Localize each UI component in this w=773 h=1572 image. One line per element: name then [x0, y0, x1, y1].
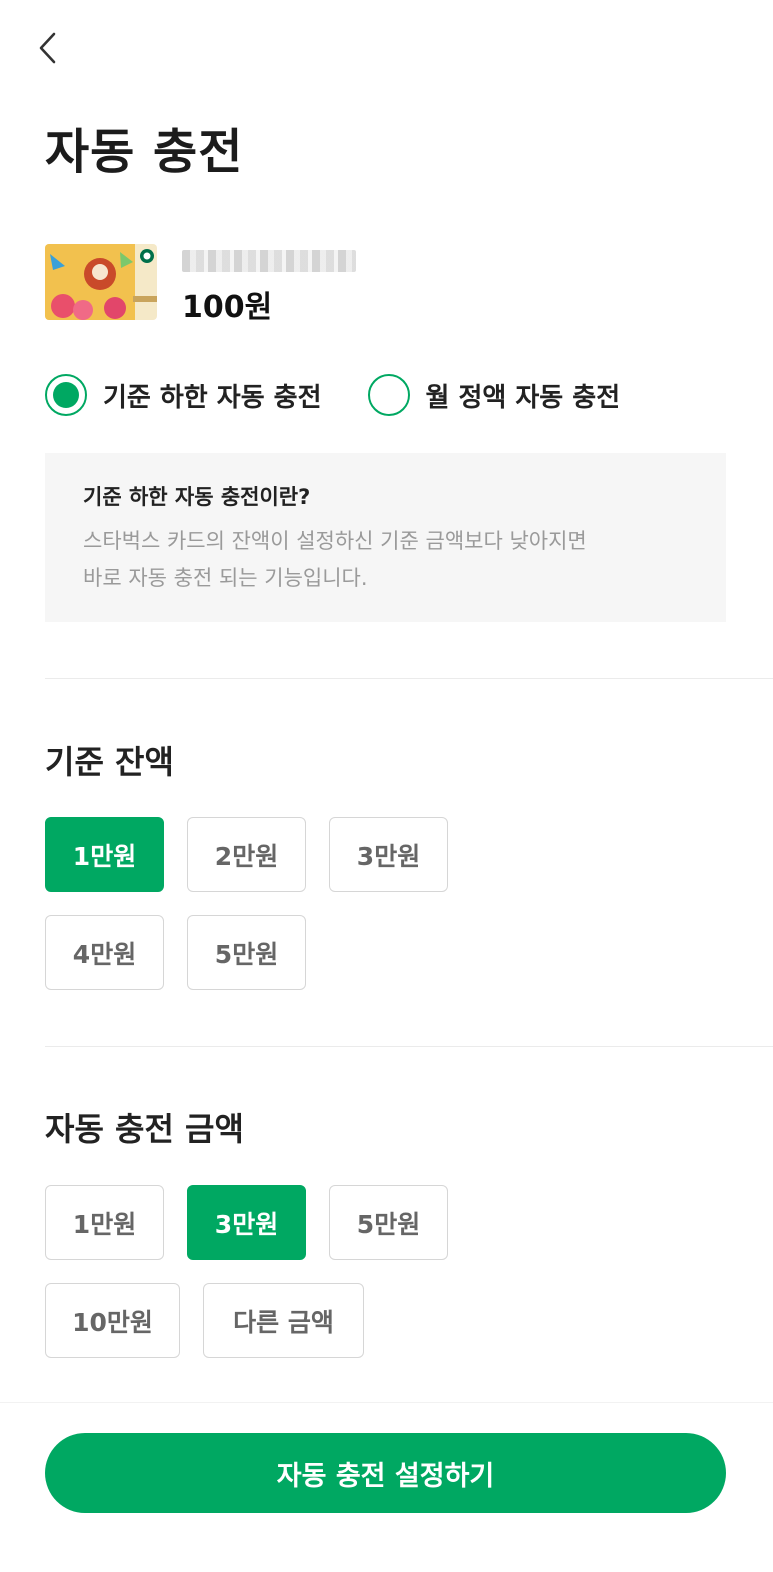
card-balance: 100원	[182, 290, 273, 325]
info-description: 스타벅스 카드의 잔액이 설정하신 기준 금액보다 낮아지면 바로 자동 충전 …	[83, 523, 688, 597]
card-number-masked	[182, 250, 356, 272]
amount-chip[interactable]: 다른 금액	[203, 1283, 364, 1358]
card-image	[45, 244, 157, 320]
back-button[interactable]	[32, 30, 62, 70]
radio-threshold-charge[interactable]: 기준 하한 자동 충전	[45, 374, 322, 416]
amount-chip[interactable]: 1만원	[45, 1185, 164, 1260]
divider	[45, 678, 773, 679]
amount-section-title: 자동 충전 금액	[45, 1110, 244, 1148]
amount-chip[interactable]: 3만원	[187, 1185, 306, 1260]
radio-label: 월 정액 자동 충전	[425, 382, 621, 413]
set-auto-charge-button[interactable]: 자동 충전 설정하기	[45, 1433, 726, 1513]
amount-chip[interactable]: 5만원	[329, 1185, 448, 1260]
threshold-chip[interactable]: 5만원	[187, 915, 306, 990]
card-summary: 100원	[45, 244, 356, 326]
page-title: 자동 충전	[45, 124, 244, 180]
threshold-chip[interactable]: 1만원	[45, 817, 164, 892]
info-box: 기준 하한 자동 충전이란? 스타벅스 카드의 잔액이 설정하신 기준 금액보다…	[45, 453, 726, 622]
divider	[45, 1046, 773, 1047]
info-title: 기준 하한 자동 충전이란?	[83, 485, 311, 509]
amount-chip[interactable]: 10만원	[45, 1283, 180, 1358]
threshold-chip[interactable]: 3만원	[329, 817, 448, 892]
charge-type-radio-group: 기준 하한 자동 충전 월 정액 자동 충전	[45, 374, 620, 416]
radio-selected-icon	[45, 374, 87, 416]
radio-unselected-icon	[367, 374, 410, 416]
radio-label: 기준 하한 자동 충전	[103, 382, 322, 413]
info-line: 바로 자동 충전 되는 기능입니다.	[83, 566, 368, 590]
info-line: 스타벅스 카드의 잔액이 설정하신 기준 금액보다 낮아지면	[83, 529, 587, 553]
threshold-chip[interactable]: 2만원	[187, 817, 306, 892]
threshold-section-title: 기준 잔액	[45, 743, 174, 781]
chevron-left-icon	[37, 31, 57, 69]
radio-monthly-charge[interactable]: 월 정액 자동 충전	[367, 374, 621, 416]
threshold-chip[interactable]: 4만원	[45, 915, 164, 990]
